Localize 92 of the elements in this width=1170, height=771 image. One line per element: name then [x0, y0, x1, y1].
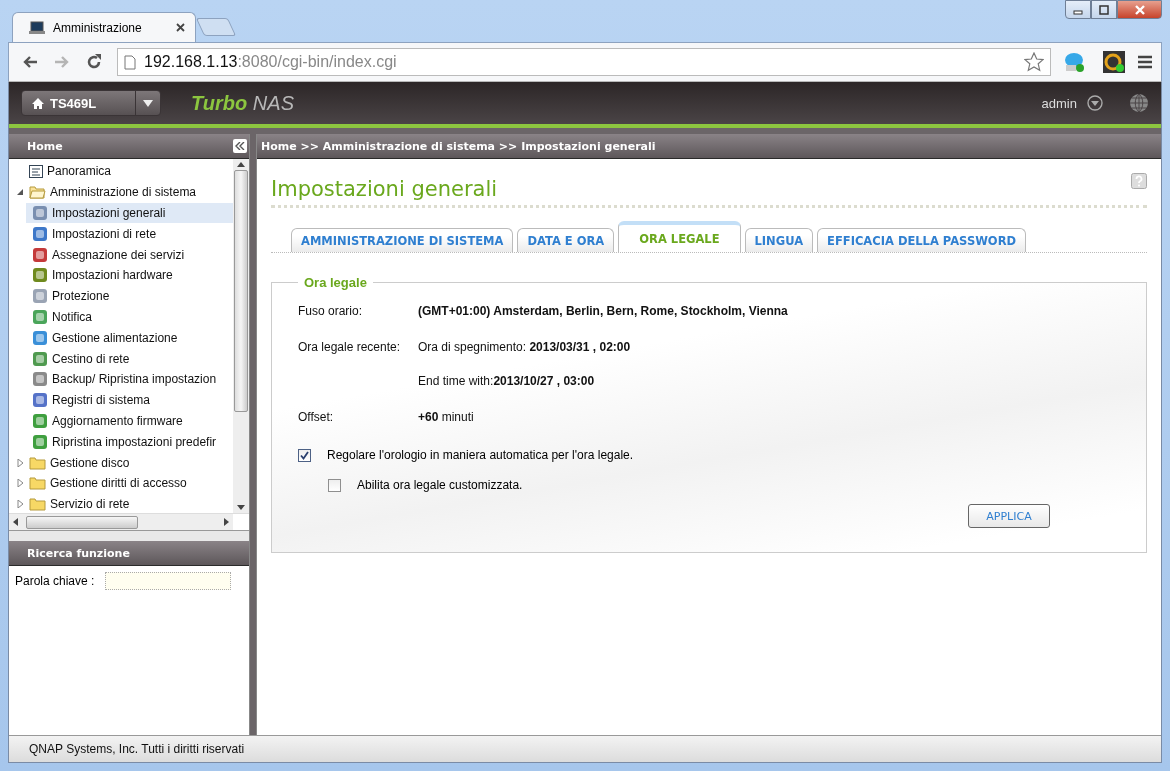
tree-item[interactable]: Panoramica [9, 161, 233, 182]
expand-arrow-icon[interactable] [16, 479, 24, 488]
breadcrumb: Home >> Amministrazione di sistema >> Impostazioni generali [261, 139, 656, 153]
checkbox[interactable] [328, 478, 341, 492]
app-icon [32, 308, 48, 325]
reload-icon [85, 53, 103, 71]
app-icon [32, 267, 48, 284]
tree-item[interactable]: Ripristina impostazioni predefir [26, 431, 233, 453]
tree-item[interactable]: Cestino di rete [26, 348, 233, 369]
panel-title: Ricerca funzione [27, 546, 130, 560]
section-title: Ora legale [303, 275, 368, 290]
field-value: (GMT+01:00) Amsterdam, Berlin, Bern, Rome, Stockholm, Vienna [418, 304, 789, 318]
copyright-text: QNAP Systems, Inc. Tutti i diritti riservati [29, 742, 245, 756]
app-icon [32, 225, 48, 242]
maximize-icon [1098, 4, 1110, 15]
app-icon [32, 350, 48, 367]
folder-icon [29, 185, 46, 200]
scrollbar[interactable] [233, 159, 249, 513]
field-label: Ora legale recente: [298, 340, 402, 356]
app-icon [32, 288, 48, 305]
user-name[interactable]: admin [1041, 95, 1077, 111]
tree-item[interactable]: Gestione diritti di accesso [9, 472, 233, 494]
tree-item[interactable]: Aggiornamento firmware [26, 410, 233, 432]
collapse-button[interactable] [233, 139, 247, 153]
minimize-button[interactable] [1065, 0, 1091, 19]
tree-item[interactable]: Impostazioni hardware [26, 265, 233, 286]
apply-button[interactable]: APPLICA [968, 504, 1050, 528]
app-icon [32, 246, 48, 263]
tree-item[interactable]: Servizio di rete [9, 493, 233, 513]
app-icon [32, 329, 48, 346]
scroll-right-icon[interactable] [224, 518, 229, 526]
tree-item[interactable]: Amministrazione di sistema [9, 181, 233, 203]
checkbox[interactable] [298, 448, 311, 462]
folder-icon [29, 455, 46, 470]
home-icon [32, 97, 44, 109]
expand-arrow-icon[interactable] [16, 188, 24, 197]
expand-arrow-icon[interactable] [16, 500, 24, 509]
caret-icon[interactable] [1087, 95, 1103, 111]
panel-title: Home [27, 139, 63, 153]
app-icon [32, 392, 48, 409]
tree-item[interactable]: Impostazioni generali [26, 202, 233, 224]
keyword-field[interactable] [105, 572, 231, 590]
checkbox-label: Regolare l'orologio in maniera automatica per l'ora legale. [327, 448, 634, 462]
field-label: Offset: [298, 410, 335, 424]
checkbox-label: Abilita ora legale customizzata. [357, 478, 523, 492]
tree-item[interactable]: Notifica [26, 306, 233, 328]
app-icon [32, 205, 48, 221]
expand-arrow-icon[interactable] [16, 458, 24, 467]
star-icon[interactable] [1024, 52, 1044, 72]
field-value: End time with:2013/10/27 , 03:00 [418, 374, 596, 388]
close-icon [1133, 4, 1146, 15]
menu-icon[interactable] [1137, 54, 1153, 70]
tree-item[interactable]: Gestione disco [9, 452, 233, 473]
scroll-up-icon[interactable] [237, 162, 245, 167]
field-label: Fuso orario: [298, 304, 364, 318]
field-label: Parola chiave : [15, 574, 95, 588]
page-icon [124, 54, 136, 70]
tree-item[interactable]: Assegnazione dei servizi [26, 244, 233, 265]
tree-item[interactable]: Protezione [26, 285, 233, 307]
globe-icon[interactable] [1129, 93, 1149, 113]
document-icon [29, 164, 43, 178]
browser-tab[interactable]: Amministrazione [12, 12, 196, 42]
laptop-icon [29, 20, 45, 35]
close-icon[interactable] [176, 23, 185, 32]
field-value: Ora di spegnimento: 2013/03/31 , 02:00 [418, 340, 632, 354]
collapse-icon [235, 142, 245, 150]
app-icon [32, 412, 48, 429]
app-icon [32, 371, 48, 388]
folder-icon [29, 476, 46, 491]
tree-item[interactable]: Registri di sistema [26, 389, 233, 411]
scrollbar[interactable] [9, 514, 233, 530]
caret-icon [143, 99, 153, 107]
address-field[interactable]: 192.168.1.13:8080/cgi-bin/index.cgi [117, 48, 1051, 76]
tree-item[interactable]: Gestione alimentazione [26, 327, 233, 349]
app-icon [32, 433, 48, 450]
scroll-left-icon[interactable] [13, 518, 18, 526]
maximize-button[interactable] [1091, 0, 1117, 19]
scroll-down-icon[interactable] [237, 505, 245, 510]
product-logo: Turbo NAS [191, 91, 294, 115]
folder-icon [29, 497, 46, 512]
close-button[interactable] [1117, 0, 1162, 19]
checkmark-icon [300, 450, 309, 460]
tab[interactable]: EFFICACIA DELLA PASSWORD [817, 228, 1027, 252]
field-value: +60 minuti [418, 410, 475, 424]
tab[interactable]: DATA E ORA [517, 228, 615, 252]
device-menu-button[interactable]: TS469L [21, 90, 161, 116]
help-icon[interactable] [1131, 173, 1147, 189]
tab[interactable]: AMMINISTRAZIONE DI SISTEMA [291, 228, 514, 252]
tab[interactable]: LINGUA [744, 228, 814, 252]
tree-item[interactable]: Backup/ Ripristina impostazion [26, 368, 233, 390]
tree-item[interactable]: Impostazioni di rete [26, 223, 233, 245]
page-title: Impostazioni generali [271, 177, 498, 201]
